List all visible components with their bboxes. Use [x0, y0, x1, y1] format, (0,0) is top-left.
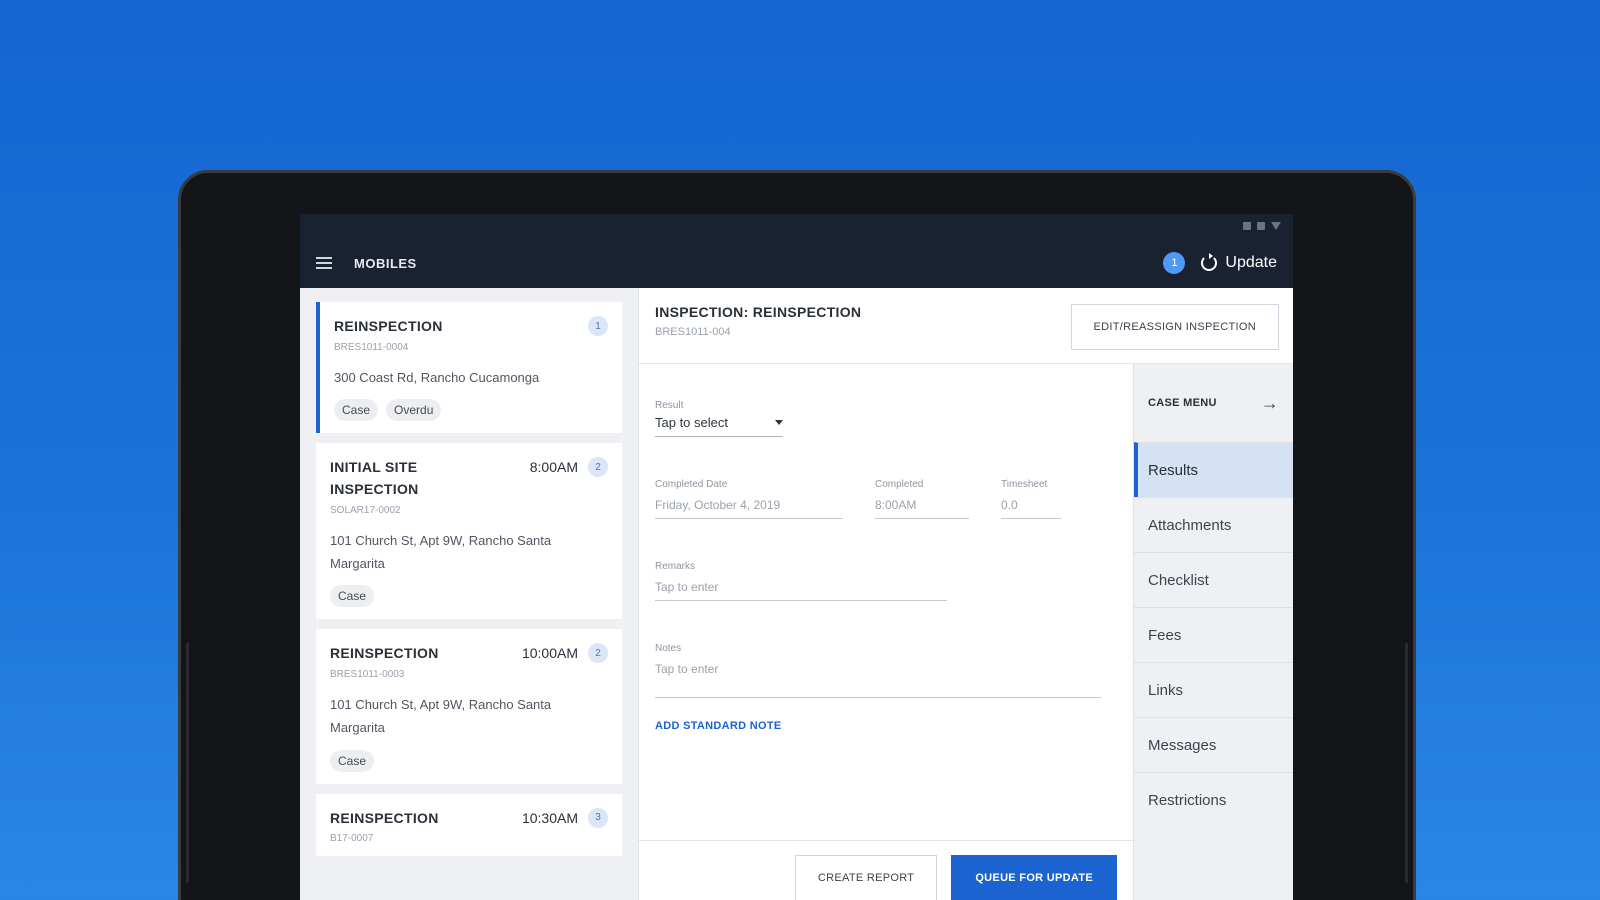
card-id: SOLAR17-0002	[330, 504, 401, 516]
create-report-button[interactable]: CREATE REPORT	[794, 854, 938, 900]
wifi-icon	[1271, 222, 1281, 230]
inspection-detail: INSPECTION: REINSPECTION BRES1011-004 ED…	[638, 288, 1293, 900]
inspection-card[interactable]: REINSPECTION 1 BRES1011-0004 300 Coast R…	[316, 302, 622, 434]
update-button[interactable]: Update	[1201, 253, 1277, 272]
card-address: 101 Church St, Apt 9W, Rancho Santa Marg…	[330, 697, 552, 735]
detail-title: INSPECTION: REINSPECTION	[655, 304, 862, 320]
card-count-badge: 2	[588, 643, 608, 664]
device-side-button	[186, 643, 189, 883]
chip-case: Case	[330, 585, 375, 608]
card-time: 10:00AM	[521, 645, 578, 662]
card-title: INITIAL SITE INSPECTION	[330, 459, 419, 498]
chevron-down-icon	[775, 420, 783, 425]
case-menu-item-restrictions[interactable]: Restrictions	[1134, 772, 1293, 827]
completed-time-field[interactable]: 8:00AM	[875, 498, 969, 519]
case-menu-item-fees[interactable]: Fees	[1134, 607, 1293, 662]
notes-field[interactable]: Tap to enter	[655, 662, 1101, 698]
status-bar	[300, 214, 1293, 238]
case-menu-item-attachments[interactable]: Attachments	[1134, 497, 1293, 552]
battery-icon	[1243, 222, 1251, 230]
notes-label: Notes	[655, 643, 682, 654]
remarks-label: Remarks	[655, 561, 696, 572]
result-label: Result	[655, 400, 684, 411]
detail-id: BRES1011-004	[655, 326, 731, 338]
result-form: Result Tap to select Completed Date Frid…	[639, 364, 1133, 900]
card-count-badge: 1	[588, 316, 608, 336]
app-title: MOBILES	[354, 255, 417, 271]
chip-overdue: Overdu	[386, 399, 442, 422]
completed-date-label: Completed Date	[655, 479, 728, 490]
completed-time-label: Completed	[875, 479, 924, 490]
inspection-card[interactable]: REINSPECTION 10:00AM 2 BRES1011-0003 101…	[316, 629, 622, 784]
inspection-card[interactable]: REINSPECTION 10:30AM 3 B17-0007	[316, 793, 622, 857]
edit-reassign-button[interactable]: EDIT/REASSIGN INSPECTION	[1070, 304, 1279, 350]
card-title: REINSPECTION	[334, 318, 443, 334]
card-id: BRES1011-0003	[330, 669, 405, 680]
inspection-card[interactable]: INITIAL SITE INSPECTION 8:00AM 2 SOLAR17…	[316, 443, 622, 620]
remarks-field[interactable]: Tap to enter	[655, 580, 947, 601]
card-title: REINSPECTION	[330, 809, 439, 826]
card-time: 8:00AM	[529, 459, 578, 476]
case-menu: CASE MENU → Results Attachments Checklis…	[1133, 364, 1293, 900]
case-menu-title: CASE MENU	[1148, 397, 1217, 409]
result-value: Tap to select	[655, 415, 728, 430]
notification-badge[interactable]: 1	[1163, 252, 1186, 274]
chip-case: Case	[330, 749, 375, 772]
card-title: REINSPECTION	[330, 645, 439, 662]
inspection-list: REINSPECTION 1 BRES1011-0004 300 Coast R…	[300, 288, 638, 900]
refresh-icon	[1201, 253, 1218, 271]
card-time: 10:30AM	[521, 809, 578, 826]
card-id: BRES1011-0004	[334, 341, 409, 353]
update-label: Update	[1225, 254, 1277, 271]
timesheet-field[interactable]: 0.0	[1001, 498, 1061, 519]
queue-for-update-button[interactable]: QUEUE FOR UPDATE	[951, 854, 1117, 900]
chip-case: Case	[334, 399, 379, 422]
case-menu-item-messages[interactable]: Messages	[1134, 717, 1293, 772]
case-menu-item-checklist[interactable]: Checklist	[1134, 552, 1293, 607]
completed-date-field[interactable]: Friday, October 4, 2019	[655, 498, 843, 519]
app-bar: MOBILES 1 Update	[300, 238, 1293, 288]
menu-icon[interactable]	[316, 257, 332, 269]
device-side-button-right	[1405, 643, 1408, 883]
signal-icon	[1257, 222, 1265, 230]
timesheet-label: Timesheet	[1001, 479, 1048, 490]
add-standard-note-link[interactable]: ADD STANDARD NOTE	[655, 720, 1117, 732]
case-menu-item-results[interactable]: Results	[1134, 442, 1293, 497]
card-count-badge: 3	[588, 807, 608, 828]
result-select[interactable]: Tap to select	[655, 415, 783, 437]
card-address: 300 Coast Rd, Rancho Cucamonga	[334, 369, 540, 385]
card-count-badge: 2	[588, 457, 608, 478]
card-address: 101 Church St, Apt 9W, Rancho Santa Marg…	[330, 532, 552, 571]
arrow-right-icon[interactable]: →	[1261, 393, 1279, 414]
case-menu-item-links[interactable]: Links	[1134, 662, 1293, 717]
tablet-screen: MOBILES 1 Update REINSPECTION 1 BRES1011…	[300, 214, 1293, 900]
card-id: B17-0007	[330, 833, 374, 845]
